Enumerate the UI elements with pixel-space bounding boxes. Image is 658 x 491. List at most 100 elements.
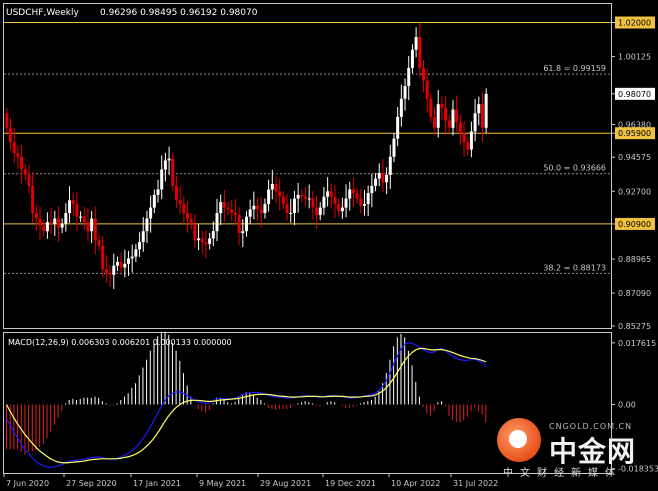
price-tick-label: 0.85275 [618, 322, 651, 331]
candlesticks [5, 22, 488, 289]
candle-body [340, 207, 344, 212]
candle-body [9, 127, 13, 143]
candle-body [455, 109, 459, 123]
candle-body [108, 272, 112, 275]
candle-body [86, 222, 90, 232]
candle-body [440, 104, 444, 108]
candle-body [374, 178, 378, 186]
candle-body [149, 207, 153, 219]
candle-body [233, 213, 237, 215]
cngold-watermark: CNGOLD.COM.CN 中金网 中文财经新媒体 [497, 418, 657, 479]
candle-body [167, 158, 171, 161]
price-tick-label: 0.95900 [618, 129, 651, 138]
candle-body [333, 196, 337, 204]
candle-body [362, 203, 366, 206]
candle-body [462, 133, 466, 143]
candle-body [182, 203, 186, 214]
candle-body [377, 173, 381, 179]
candle-body [56, 218, 60, 228]
candle-body [407, 67, 411, 87]
candle-body [270, 184, 274, 190]
signal-line [5, 347, 487, 464]
candle-body [53, 218, 57, 224]
candle-body [93, 218, 97, 241]
candle-body [473, 113, 477, 132]
candle-body [436, 104, 440, 128]
candle-body [34, 213, 38, 219]
candle-body [418, 37, 422, 68]
candle-body [197, 238, 201, 241]
time-tick-label: 19 Dec 2021 [325, 479, 376, 488]
candle-body [403, 86, 407, 99]
candle-body [370, 185, 374, 194]
candle-body [16, 153, 20, 157]
candle-body [138, 242, 142, 250]
time-tick-label: 9 May 2021 [199, 479, 246, 488]
candle-body [458, 122, 462, 134]
candle-body [359, 198, 363, 206]
price-panel-frame [3, 3, 612, 329]
chart-header-ohlc: 0.96296 0.98495 0.96192 0.98070 [100, 8, 258, 18]
candle-body [215, 213, 219, 232]
macd-lines [5, 342, 487, 469]
time-tick-label: 7 Jun 2020 [6, 479, 49, 488]
candle-body [274, 184, 278, 192]
candle-body [466, 142, 470, 150]
candle-body [381, 173, 385, 183]
candle-body [156, 189, 160, 195]
price-tick-label: 0.87090 [618, 289, 651, 298]
candle-body [49, 222, 53, 224]
candle-body [145, 218, 149, 232]
time-tick-label: 27 Sep 2020 [66, 479, 117, 488]
time-tick-label: 29 Aug 2021 [260, 479, 311, 488]
candle-body [171, 158, 175, 186]
price-tick-label: 0.92700 [618, 187, 651, 196]
fib-label: 50.0 = 0.93666 [543, 164, 606, 173]
candle-body [112, 265, 116, 275]
candle-body [12, 142, 16, 154]
candle-body [355, 193, 359, 199]
candle-body [23, 169, 27, 175]
candle-body [204, 242, 208, 244]
time-tick-label: 31 Jul 2022 [453, 479, 498, 488]
candle-body [27, 174, 31, 186]
price-tick-label: 0.90900 [618, 220, 651, 229]
candle-body [469, 131, 473, 150]
candle-body [237, 214, 241, 234]
candle-body [392, 138, 396, 157]
horizontal-levels [4, 22, 611, 225]
price-tick-label: 0.94575 [618, 153, 651, 162]
candle-body [278, 191, 282, 197]
candle-body [208, 238, 212, 244]
macd-tick-label: 0.00 [618, 401, 636, 410]
candle-body [300, 194, 304, 197]
candle-body [174, 185, 178, 201]
candle-body [152, 194, 156, 208]
candle-body [451, 109, 455, 128]
candle-body [31, 185, 35, 214]
candle-body [410, 49, 414, 68]
price-tick-label: 1.00125 [618, 53, 651, 62]
macd-tick-label: 0.017615 [618, 339, 656, 348]
candle-body [326, 191, 330, 197]
candle-body [75, 203, 79, 217]
candle-body [480, 104, 484, 128]
candle-body [433, 116, 437, 128]
price-tick-label: 0.98070 [618, 90, 651, 99]
candle-body [421, 67, 425, 81]
candle-body [200, 238, 204, 243]
candle-body [97, 240, 101, 246]
candle-body [267, 189, 271, 204]
candle-body [399, 98, 403, 117]
candle-body [248, 209, 252, 217]
watermark-subtitle: 中文财经新媒体 [503, 468, 622, 479]
candle-body [322, 196, 326, 208]
candle-body [351, 189, 355, 194]
candle-body [285, 203, 289, 214]
candle-body [289, 213, 293, 215]
candle-body [388, 156, 392, 175]
price-tick-label: 0.88965 [618, 255, 651, 264]
candle-body [178, 200, 182, 204]
candle-body [226, 207, 230, 210]
candle-body [444, 107, 448, 121]
